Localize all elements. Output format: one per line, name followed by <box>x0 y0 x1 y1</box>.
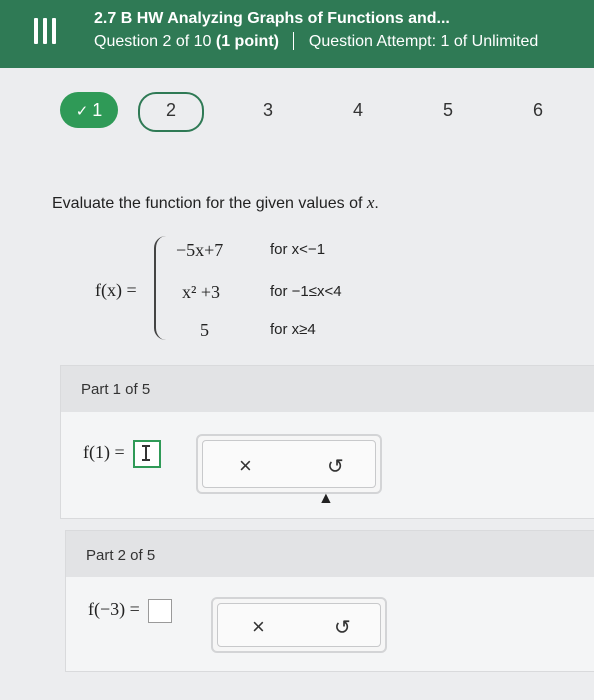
part-2-question: f(−3) = <box>88 599 173 623</box>
piece-3-expr: 5 <box>200 320 209 340</box>
function-lhs: f(x) = <box>95 280 137 300</box>
question-1-button[interactable]: ✓ 1 <box>60 92 118 128</box>
piecewise-brace <box>154 236 168 340</box>
undo-icon[interactable]: ↺ <box>327 454 344 479</box>
part-1-label: Part 1 of 5 <box>81 381 151 398</box>
question-prompt: Evaluate the function for the given valu… <box>52 193 379 212</box>
menu-icon[interactable] <box>30 18 60 48</box>
clear-icon[interactable]: × <box>239 453 252 479</box>
question-nav: ✓ 1 2 3 4 5 6 <box>0 92 594 136</box>
question-info: Question 2 of 10 (1 point) Question Atte… <box>94 32 538 51</box>
piece-2-expr: x² +3 <box>182 282 221 302</box>
mouse-pointer-icon: ▲ <box>318 490 334 507</box>
question-3-button[interactable]: 3 <box>243 92 293 128</box>
attempt-info: Question Attempt: 1 of Unlimited <box>308 33 539 50</box>
check-icon: ✓ <box>75 103 89 120</box>
part-2-panel: Part 2 of 5 f(−3) = × ↺ <box>65 530 594 672</box>
undo-icon[interactable]: ↺ <box>334 615 351 640</box>
part-2-label: Part 2 of 5 <box>86 547 156 564</box>
assignment-header: 2.7 B HW Analyzing Graphs of Functions a… <box>0 0 594 68</box>
assignment-title: 2.7 B HW Analyzing Graphs of Functions a… <box>94 10 450 27</box>
piece-1-condition: for x<−1 <box>270 241 326 258</box>
part-2-answer-input[interactable] <box>148 599 173 623</box>
part-2-toolbar: × ↺ <box>211 597 387 653</box>
piece-3-condition: for x≥4 <box>270 321 316 338</box>
clear-icon[interactable]: × <box>252 614 265 640</box>
question-number: Question 2 of 10 <box>94 33 212 50</box>
part-1-question: f(1) = <box>83 440 162 468</box>
part-1-toolbar: × ↺ <box>196 434 382 494</box>
question-points: (1 point) <box>215 33 279 50</box>
part-1-answer-input[interactable] <box>133 440 162 468</box>
question-4-button[interactable]: 4 <box>333 92 383 128</box>
divider <box>293 32 295 50</box>
text-cursor-icon <box>142 445 151 461</box>
piece-2-condition: for −1≤x<4 <box>270 283 342 300</box>
piece-1-expr: −5x+7 <box>176 240 224 260</box>
question-2-button[interactable]: 2 <box>138 92 204 132</box>
question-5-button[interactable]: 5 <box>423 92 473 128</box>
question-6-button[interactable]: 6 <box>513 92 563 128</box>
